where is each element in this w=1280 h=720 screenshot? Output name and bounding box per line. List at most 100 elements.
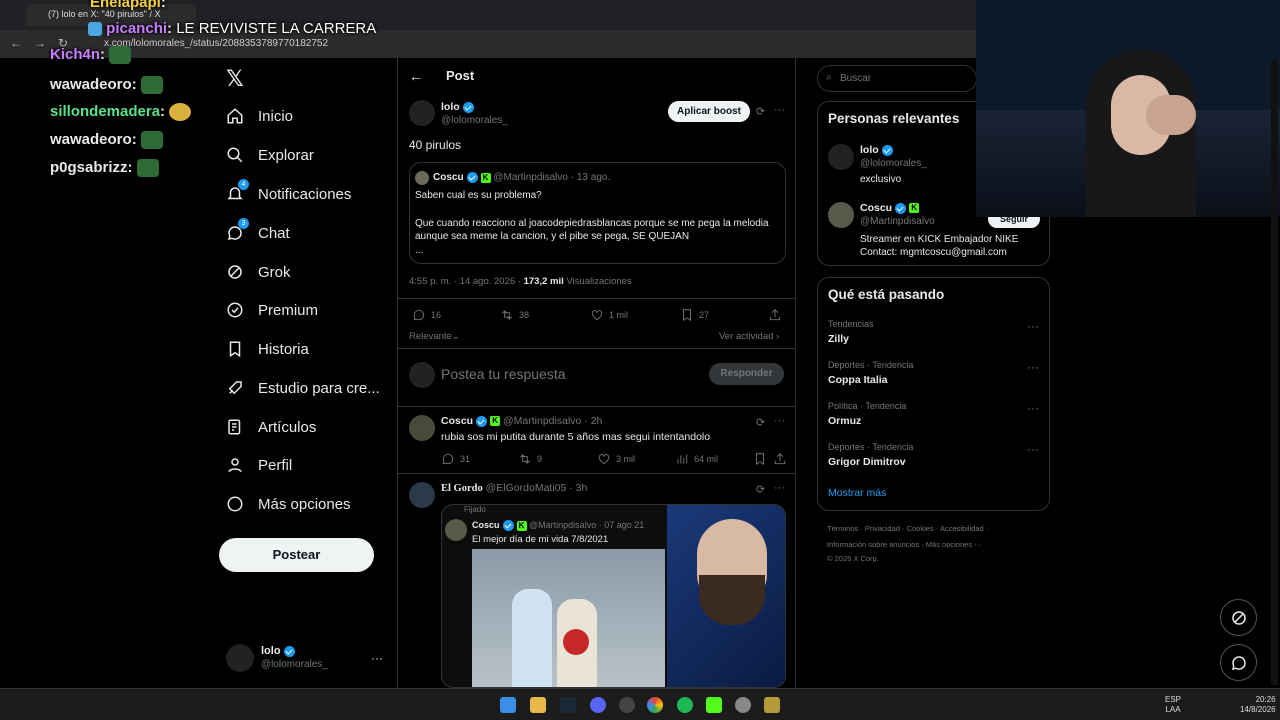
verified-icon — [462, 101, 474, 113]
reply-input[interactable]: Postea tu respuesta — [441, 366, 566, 382]
reply-button[interactable]: Responder — [709, 363, 784, 385]
back-arrow-icon[interactable]: ← — [409, 68, 423, 84]
clock[interactable]: 20:26 14/8/2026 — [1240, 695, 1276, 715]
nav-estudio[interactable]: Estudio para cre... — [226, 379, 380, 397]
beard-image — [699, 575, 765, 625]
reply-count[interactable]: 16 — [412, 308, 441, 322]
nav-premium[interactable]: Premium — [226, 301, 318, 319]
more-circle-icon — [227, 496, 243, 512]
grok-icon[interactable]: ⟳ — [756, 416, 765, 429]
chat-line-4: wawadeoro: — [50, 76, 163, 95]
quote-ellipsis: ... — [415, 245, 424, 256]
more-icon[interactable]: ··· — [774, 415, 785, 427]
reply1-avatar[interactable] — [409, 415, 435, 441]
nav-chat[interactable]: 3 Chat — [226, 218, 290, 242]
emoji-emote-icon — [169, 103, 192, 122]
bookmark-count[interactable]: 27 — [680, 308, 709, 322]
quoted-post[interactable]: Coscu K @Martinpdisalvo · 13 ago. Saben c… — [409, 162, 786, 264]
reply1-replies[interactable]: 31 — [441, 452, 470, 466]
search-icon — [227, 147, 243, 163]
divider — [398, 348, 796, 349]
post-button[interactable]: Postear — [219, 538, 374, 572]
nav-perfil[interactable]: Perfil — [226, 456, 292, 474]
nav-grok[interactable]: Grok — [226, 263, 291, 281]
language-indicator[interactable]: ESP LAA — [1165, 695, 1181, 715]
windows-start-icon[interactable] — [500, 697, 516, 713]
steam-icon[interactable] — [560, 697, 576, 713]
discord-icon[interactable] — [590, 697, 606, 713]
chrome-icon[interactable] — [647, 697, 663, 713]
repost-count[interactable]: 38 — [500, 308, 529, 322]
bookmark-icon[interactable] — [753, 452, 767, 466]
nav-explorar[interactable]: Explorar — [226, 146, 314, 164]
grok-fab[interactable] — [1220, 599, 1257, 636]
more-icon[interactable]: ··· — [1027, 360, 1039, 374]
nav-historia[interactable]: Historia — [226, 340, 309, 358]
reply2-media[interactable]: Fijado Coscu K @Martinpdisalvo · 07 ago 2… — [441, 504, 786, 688]
person-name[interactable]: lolo — [860, 144, 893, 156]
trend-item[interactable]: Deportes · Tendencia Grigor Dimitrov — [828, 442, 913, 468]
scrollbar[interactable] — [1271, 60, 1278, 685]
like-count[interactable]: 1 mil — [590, 308, 628, 322]
divider — [398, 406, 796, 407]
more-icon[interactable]: ··· — [1027, 319, 1039, 333]
messages-fab[interactable] — [1220, 644, 1257, 681]
account-handle: @lolomorales_ — [261, 659, 328, 670]
more-icon[interactable]: ··· — [1027, 401, 1039, 415]
more-icon[interactable]: ··· — [774, 482, 785, 494]
footer-links[interactable]: Información sobre anuncios · Más opcione… — [827, 540, 982, 549]
post-avatar[interactable] — [409, 100, 435, 126]
share-icon[interactable] — [773, 452, 787, 466]
search-icon: ⌕ — [826, 72, 832, 83]
file-explorer-icon[interactable] — [530, 697, 546, 713]
obs-icon[interactable] — [619, 697, 635, 713]
nav-notificaciones[interactable]: 4 Notificaciones — [226, 179, 351, 203]
more-icon[interactable]: ··· — [774, 104, 785, 116]
search-input[interactable]: ⌕ Buscar — [817, 65, 977, 92]
activity-link[interactable]: Ver actividad › — [719, 331, 779, 342]
app-icon[interactable] — [735, 697, 751, 713]
cube-emote-icon — [88, 22, 102, 37]
more-icon[interactable]: ··· — [1027, 442, 1039, 456]
person-name[interactable]: Coscu K — [860, 202, 920, 214]
nav-articulos[interactable]: Artículos — [226, 418, 316, 436]
person-avatar[interactable] — [828, 202, 854, 228]
taskbar: ESP LAA 20:26 14/8/2026 — [0, 688, 1280, 720]
kick-app-icon[interactable] — [706, 697, 722, 713]
account-name[interactable]: lolo — [261, 645, 295, 657]
trend-item[interactable]: Política · Tendencia Ormuz — [828, 401, 906, 427]
post-author[interactable]: lolo — [441, 101, 474, 113]
grok-icon[interactable]: ⟳ — [756, 483, 765, 496]
verified-icon — [283, 645, 295, 657]
trend-item[interactable]: Tendencias Zilly — [828, 319, 874, 345]
sort-dropdown[interactable]: Relevante⌄ — [409, 331, 460, 342]
footer-links[interactable]: Términos · Privacidad · Cookies · Accesi… — [827, 524, 988, 533]
reply2-header: El Gordo @ElGordoMati05 · 3h — [441, 482, 588, 494]
app-icon[interactable] — [764, 697, 780, 713]
person-avatar[interactable] — [828, 144, 854, 170]
share-icon[interactable] — [768, 308, 782, 322]
hand-image — [1146, 95, 1196, 135]
reply1-views[interactable]: 64 mil — [675, 452, 718, 466]
boost-button[interactable]: Aplicar boost — [668, 101, 750, 122]
spotify-icon[interactable] — [677, 697, 693, 713]
verified-icon — [476, 415, 488, 427]
x-logo-icon[interactable]: 𝕏 — [226, 66, 244, 92]
quote-line-2: Que cuando reacciono al joacodepiedrasbl… — [415, 218, 769, 242]
grok-icon[interactable]: ⟳ — [756, 105, 765, 118]
forward-icon[interactable]: → — [34, 36, 46, 50]
account-more-icon[interactable]: ··· — [371, 651, 383, 665]
heart-icon — [598, 454, 610, 465]
nav-mas-opciones[interactable]: Más opciones — [226, 495, 351, 513]
trend-item[interactable]: Deportes · Tendencia Coppa Italia — [828, 360, 913, 386]
reply1-reposts[interactable]: 9 — [518, 452, 542, 466]
account-avatar[interactable] — [226, 644, 254, 672]
back-icon[interactable]: ← — [10, 36, 22, 50]
inner-header: Coscu K @Martinpdisalvo · 07 ago 21 — [472, 520, 645, 532]
reply2-avatar[interactable] — [409, 482, 435, 508]
url-field[interactable]: x.com/lolomorales_/status/20883537897701… — [104, 38, 328, 49]
reply1-likes[interactable]: 3 mil — [597, 452, 635, 466]
verified-icon — [502, 520, 514, 532]
show-more-link[interactable]: Mostrar más — [828, 487, 886, 499]
nav-inicio[interactable]: Inicio — [226, 107, 293, 125]
